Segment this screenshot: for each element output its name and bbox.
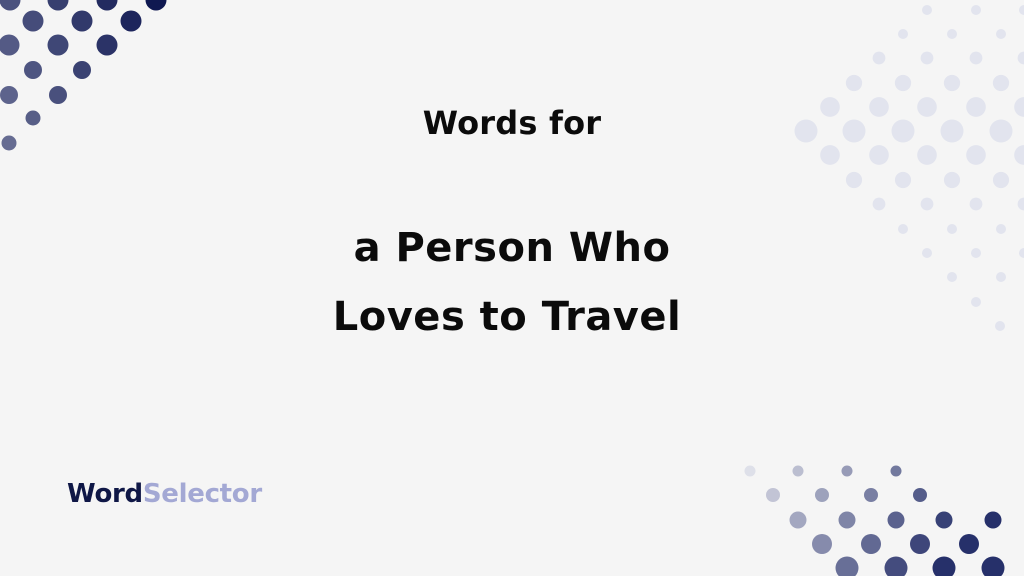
wordselector-logo: WordSelector xyxy=(67,479,262,509)
dot xyxy=(996,272,1006,282)
dot xyxy=(943,171,961,189)
dot-pattern-bottom-right xyxy=(744,465,1005,576)
dot xyxy=(1019,5,1024,15)
dot xyxy=(894,74,912,92)
dot xyxy=(96,0,118,11)
dot xyxy=(984,511,1002,529)
dot xyxy=(1017,51,1024,65)
dot xyxy=(789,511,807,529)
heading-prefix: Words for xyxy=(422,104,602,142)
dot xyxy=(845,74,863,92)
dot xyxy=(922,5,932,15)
dot xyxy=(47,0,69,11)
dot xyxy=(47,34,69,56)
dot xyxy=(932,556,956,576)
dot xyxy=(145,0,167,11)
dot xyxy=(49,86,67,104)
dot xyxy=(1014,145,1024,165)
dot xyxy=(0,0,21,11)
dot xyxy=(959,534,979,554)
dot xyxy=(943,74,961,92)
dot xyxy=(992,171,1010,189)
dot xyxy=(0,86,18,104)
dot xyxy=(766,488,780,502)
dot xyxy=(864,488,878,502)
dot xyxy=(845,171,863,189)
dot xyxy=(815,488,829,502)
dot xyxy=(992,74,1010,92)
logo-selector: Selector xyxy=(142,479,262,509)
dot xyxy=(71,10,93,32)
dot xyxy=(872,51,886,65)
dot-pattern-top-right xyxy=(794,5,1024,331)
dot xyxy=(820,145,840,165)
dot xyxy=(861,534,881,554)
dot xyxy=(981,556,1005,576)
dot xyxy=(73,61,91,79)
dot xyxy=(913,488,927,502)
dot xyxy=(894,171,912,189)
dot xyxy=(969,51,983,65)
dot xyxy=(841,465,853,477)
dot xyxy=(0,34,20,56)
dot xyxy=(996,29,1006,39)
dot xyxy=(887,511,905,529)
dot xyxy=(890,465,902,477)
dot xyxy=(910,534,930,554)
dot xyxy=(120,10,142,32)
dot xyxy=(969,197,983,211)
dot xyxy=(966,145,986,165)
dot xyxy=(884,556,908,576)
dot xyxy=(24,61,42,79)
dot xyxy=(96,34,118,56)
logo-word: Word xyxy=(67,479,143,509)
dot xyxy=(22,10,44,32)
dot xyxy=(1017,197,1024,211)
dot xyxy=(869,145,889,165)
dot xyxy=(898,29,908,39)
dot xyxy=(838,511,856,529)
dot xyxy=(947,29,957,39)
dot xyxy=(812,534,832,554)
dot xyxy=(835,556,859,576)
dot xyxy=(792,465,804,477)
heading-line-2: Loves to Travel xyxy=(332,294,682,340)
dot xyxy=(917,145,937,165)
dot xyxy=(920,197,934,211)
dot xyxy=(872,197,886,211)
dot xyxy=(935,511,953,529)
dot xyxy=(971,5,981,15)
dot xyxy=(920,51,934,65)
heading-line-1: a Person Who xyxy=(353,225,671,271)
dot xyxy=(947,272,957,282)
dot xyxy=(744,465,756,477)
